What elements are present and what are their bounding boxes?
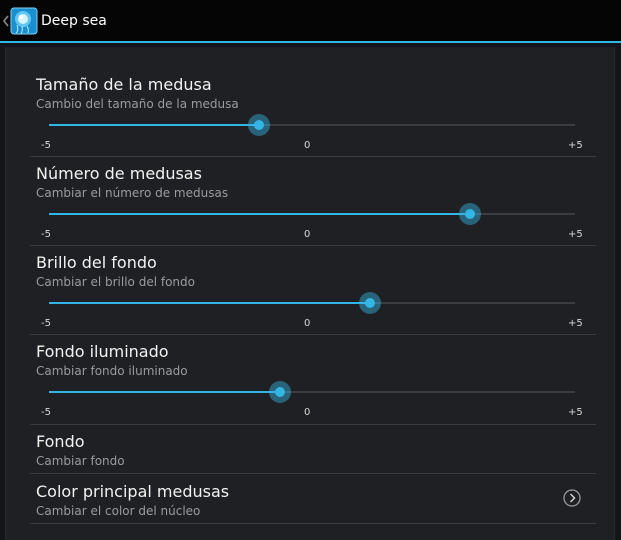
seekbar-track[interactable] <box>49 203 575 225</box>
seekbar-fill <box>49 124 259 126</box>
pref-title: Tamaño de la medusa <box>36 75 212 94</box>
pref-title: Número de medusas <box>36 164 202 183</box>
pref-summary: Cambiar el número de medusas <box>36 186 229 200</box>
max-label: +5 <box>568 407 583 418</box>
divider <box>30 245 596 246</box>
pref-summary: Cambiar el color del núcleo <box>36 504 201 518</box>
pref-title: Fondo iluminado <box>36 342 169 361</box>
seekbar-thumb[interactable] <box>359 292 381 314</box>
seekbar-fill <box>49 213 470 215</box>
divider <box>30 156 596 157</box>
divider <box>30 523 596 524</box>
seekbar-track[interactable] <box>49 381 575 403</box>
divider <box>30 424 596 425</box>
seekbar-fill <box>49 391 280 393</box>
app-title: Deep sea <box>41 13 107 29</box>
mid-label: 0 <box>304 229 311 240</box>
pref-title: Brillo del fondo <box>36 253 157 272</box>
pref-summary: Cambiar el brillo del fondo <box>36 275 195 289</box>
seekbar-track[interactable] <box>49 114 575 136</box>
mid-label: 0 <box>304 407 311 418</box>
pref-title: Color principal medusas <box>36 482 230 501</box>
max-label: +5 <box>568 318 583 329</box>
mid-label: 0 <box>304 140 311 151</box>
mid-label: 0 <box>304 318 311 329</box>
seekbar-thumb[interactable] <box>248 114 270 136</box>
action-bar: Deep sea <box>0 0 621 43</box>
pref-summary: Cambiar fondo iluminado <box>36 364 188 378</box>
pref-summary: Cambio del tamaño de la medusa <box>36 97 239 111</box>
chevron-left-icon[interactable] <box>2 13 10 29</box>
pref-summary: Cambiar fondo <box>36 454 125 468</box>
seekbar-fill <box>49 302 370 304</box>
min-label: -5 <box>41 318 51 329</box>
seekbar-thumb[interactable] <box>459 203 481 225</box>
min-label: -5 <box>41 229 51 240</box>
pref-title: Fondo <box>36 432 85 451</box>
max-label: +5 <box>568 229 583 240</box>
seekbar-thumb[interactable] <box>269 381 291 403</box>
chevron-right-circle-icon[interactable] <box>563 489 581 507</box>
divider <box>30 473 596 474</box>
jellyfish-app-icon[interactable] <box>10 7 38 35</box>
min-label: -5 <box>41 140 51 151</box>
max-label: +5 <box>568 140 583 151</box>
seekbar-track[interactable] <box>49 292 575 314</box>
min-label: -5 <box>41 407 51 418</box>
divider <box>30 334 596 335</box>
